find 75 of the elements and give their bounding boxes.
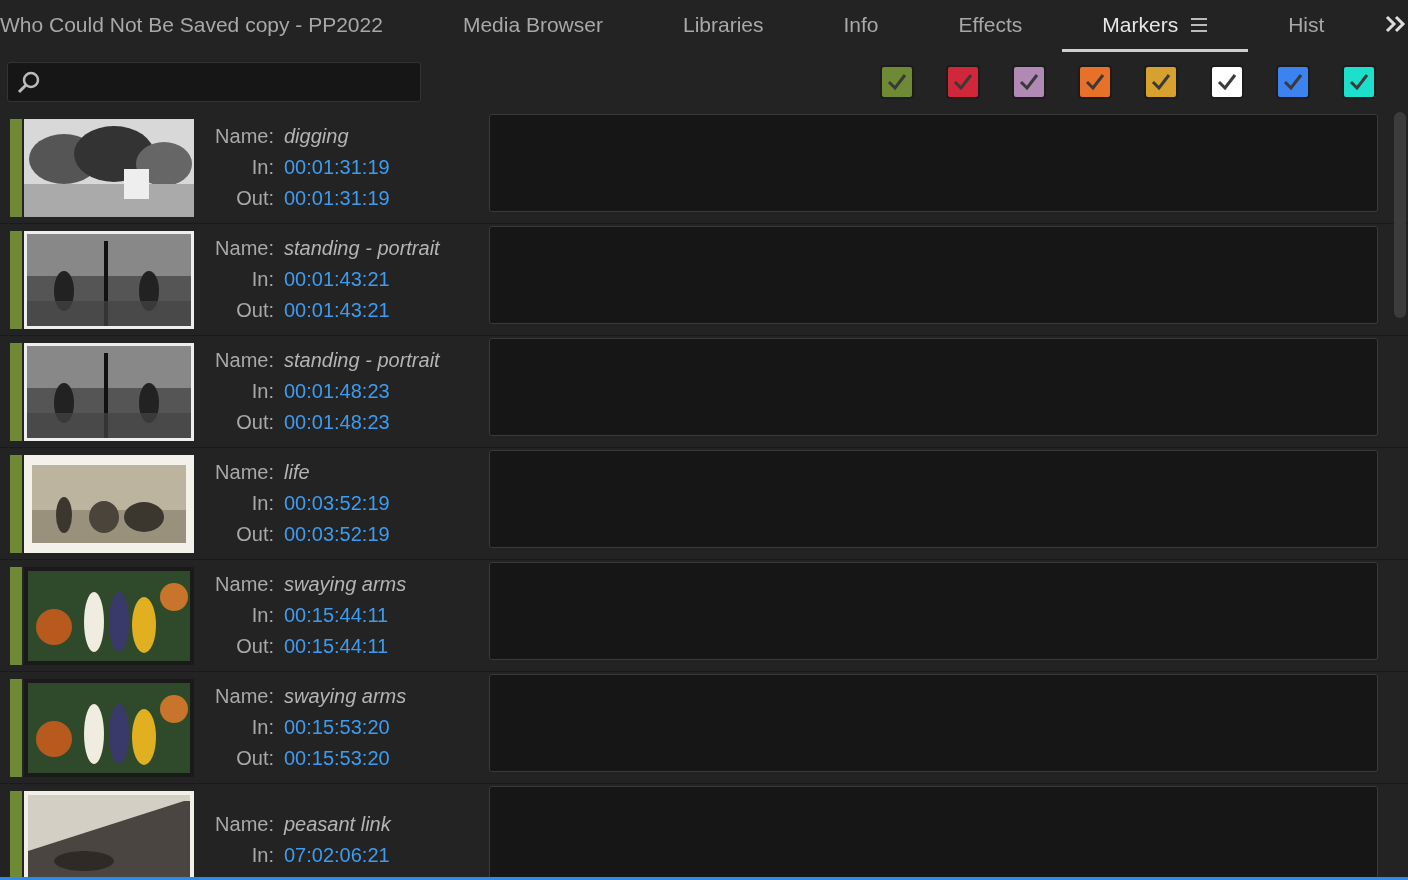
out-timecode[interactable]: 00:15:44:11 <box>284 631 489 662</box>
in-timecode[interactable]: 00:01:31:19 <box>284 152 489 183</box>
chevrons-icon[interactable] <box>1384 14 1406 34</box>
check-icon <box>1217 73 1237 91</box>
marker-name: life <box>284 460 311 485</box>
marker-name: swaying arms <box>284 572 408 597</box>
name-label: Name: <box>214 460 274 485</box>
color-filter-checkbox[interactable] <box>1342 65 1376 99</box>
out-label: Out: <box>235 746 274 771</box>
search-icon <box>16 69 42 95</box>
marker-name: peasant link <box>284 811 393 837</box>
out-timecode[interactable]: 00:01:43:21 <box>284 295 489 326</box>
in-label: In: <box>250 715 274 740</box>
name-label: Name: <box>214 572 274 597</box>
comment-field[interactable] <box>489 226 1378 324</box>
name-label: Name: <box>214 124 274 149</box>
out-label: Out: <box>235 410 274 435</box>
panel-tab[interactable]: Markers <box>1062 0 1249 52</box>
out-label: Out: <box>235 186 274 211</box>
check-icon <box>1283 73 1303 91</box>
comment-field[interactable] <box>489 338 1378 436</box>
color-filter-checkbox[interactable] <box>880 65 914 99</box>
check-icon <box>887 73 907 91</box>
out-timecode[interactable]: 00:01:31:19 <box>284 183 489 214</box>
in-label: In: <box>250 603 274 628</box>
search-field[interactable] <box>7 62 421 102</box>
in-timecode[interactable]: 00:01:43:21 <box>284 264 489 295</box>
menu-icon[interactable] <box>1190 16 1209 33</box>
in-label: In: <box>250 155 274 180</box>
check-icon <box>953 73 973 91</box>
scrollbar-thumb[interactable] <box>1394 112 1406 318</box>
out-timecode[interactable]: 00:15:53:20 <box>284 743 489 774</box>
marker-name: digging <box>284 124 350 149</box>
in-label: In: <box>250 842 274 868</box>
out-timecode[interactable]: 00:03:52:19 <box>284 519 489 550</box>
check-icon <box>1151 73 1171 91</box>
comment-field[interactable] <box>489 114 1378 212</box>
name-label: Name: <box>214 684 274 709</box>
marker-name: standing - portrait <box>284 348 441 373</box>
out-label: Out: <box>235 298 274 323</box>
in-label: In: <box>250 491 274 516</box>
out-timecode[interactable]: 00:01:48:23 <box>284 407 489 438</box>
in-timecode[interactable]: 07:02:06:21 <box>284 839 489 871</box>
comment-field[interactable] <box>489 450 1378 548</box>
marker-name: standing - portrait <box>284 236 441 261</box>
color-filter-checkbox[interactable] <box>1276 65 1310 99</box>
comment-field[interactable] <box>489 786 1378 880</box>
out-label: Out: <box>235 634 274 659</box>
name-label: Name: <box>214 811 274 837</box>
out-label: Out: <box>235 522 274 547</box>
name-label: Name: <box>214 236 274 261</box>
color-filter-checkbox[interactable] <box>1144 65 1178 99</box>
check-icon <box>1019 73 1039 91</box>
panel-tab[interactable]: Libraries <box>642 0 804 52</box>
in-timecode[interactable]: 00:15:53:20 <box>284 712 489 743</box>
in-timecode[interactable]: 00:01:48:23 <box>284 376 489 407</box>
panel-tab[interactable]: Hist <box>1248 0 1365 52</box>
in-timecode[interactable]: 00:03:52:19 <box>284 488 489 519</box>
name-label: Name: <box>214 348 274 373</box>
in-timecode[interactable]: 00:15:44:11 <box>284 600 489 631</box>
panel-tab[interactable]: Media Browser <box>422 0 643 52</box>
comment-field[interactable] <box>489 562 1378 660</box>
color-filter-checkbox[interactable] <box>946 65 980 99</box>
color-filter-checkbox[interactable] <box>1210 65 1244 99</box>
comment-field[interactable] <box>489 674 1378 772</box>
panel-tab[interactable]: Info <box>803 0 919 52</box>
check-icon <box>1349 73 1369 91</box>
color-filter-checkbox[interactable] <box>1078 65 1112 99</box>
color-filter-checkbox[interactable] <box>1012 65 1046 99</box>
in-label: In: <box>250 267 274 292</box>
panel-tab[interactable]: Effects <box>918 0 1063 52</box>
check-icon <box>1085 73 1105 91</box>
in-label: In: <box>250 379 274 404</box>
panel-tab[interactable]: Who Could Not Be Saved copy - PP2022 <box>0 0 423 52</box>
marker-name: swaying arms <box>284 684 408 709</box>
